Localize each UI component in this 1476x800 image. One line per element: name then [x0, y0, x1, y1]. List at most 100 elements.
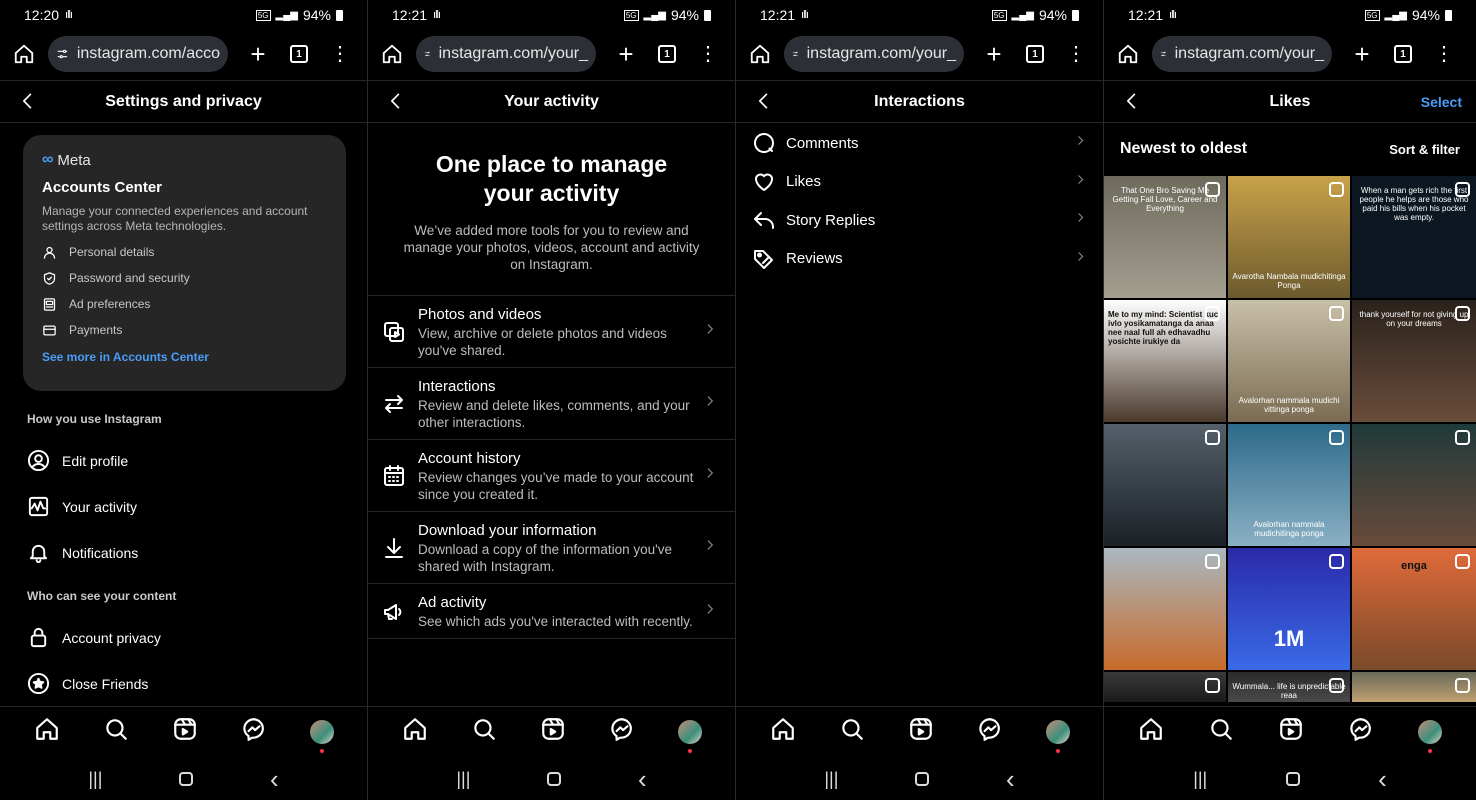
browser-home-button[interactable]	[746, 40, 774, 68]
liked-reel[interactable]	[1104, 672, 1226, 702]
accounts-center-item[interactable]: Payments	[42, 322, 327, 338]
battery-icon	[1445, 9, 1452, 21]
nav-home[interactable]	[1138, 716, 1164, 747]
new-tab-button[interactable]: +	[1348, 39, 1376, 70]
tab-switcher-button[interactable]: 1	[658, 45, 676, 63]
settings-item[interactable]: Account privacy	[27, 626, 161, 649]
recent-apps-button[interactable]: |||	[824, 769, 838, 790]
accounts-center-card[interactable]: ∞ Meta Accounts Center Manage your connec…	[23, 135, 346, 391]
accounts-center-item[interactable]: Personal details	[42, 244, 327, 260]
url-bar[interactable]: instagram.com/your_	[784, 36, 964, 72]
browser-menu-button[interactable]: ⋮	[698, 44, 718, 64]
liked-reel[interactable]: 1M	[1228, 548, 1350, 670]
accounts-center-item[interactable]: Ad preferences	[42, 296, 327, 312]
new-tab-button[interactable]: +	[980, 39, 1008, 70]
interaction-item[interactable]: Reviews	[752, 241, 1087, 277]
liked-reel[interactable]: Avalorhan nammala mudichi vittinga ponga	[1228, 300, 1350, 422]
recent-apps-button[interactable]: |||	[456, 769, 470, 790]
browser-home-button[interactable]	[1114, 40, 1142, 68]
nav-profile-avatar[interactable]	[309, 719, 334, 753]
activity-item[interactable]: Download your information Download a cop…	[368, 511, 735, 583]
browser-menu-button[interactable]: ⋮	[1066, 44, 1086, 64]
accounts-center-item[interactable]: Password and security	[42, 270, 327, 286]
select-button[interactable]: Select	[1421, 94, 1462, 110]
settings-item[interactable]: Your activity	[27, 495, 137, 518]
nav-home[interactable]	[34, 716, 60, 747]
url-bar[interactable]: instagram.com/your_	[416, 36, 596, 72]
settings-item[interactable]: Edit profile	[27, 449, 128, 472]
nav-profile-avatar[interactable]	[677, 719, 702, 753]
tab-switcher-button[interactable]: 1	[290, 45, 308, 63]
home-button[interactable]	[547, 772, 562, 786]
activity-item[interactable]: Photos and videos View, archive or delet…	[368, 295, 735, 367]
nav-reels[interactable]	[908, 716, 934, 747]
new-tab-button[interactable]: +	[244, 39, 272, 70]
activity-item[interactable]: Interactions Review and delete likes, co…	[368, 367, 735, 439]
browser-home-button[interactable]	[10, 40, 38, 68]
tab-switcher-button[interactable]: 1	[1026, 45, 1044, 63]
tab-switcher-button[interactable]: 1	[1394, 45, 1412, 63]
settings-item[interactable]: Notifications	[27, 541, 138, 564]
liked-reel[interactable]	[1104, 548, 1226, 670]
nav-search[interactable]	[1208, 716, 1234, 747]
nav-reels[interactable]	[540, 716, 566, 747]
back-button[interactable]: ‹	[1378, 764, 1387, 795]
new-tab-button[interactable]: +	[612, 39, 640, 70]
liked-reel[interactable]: enga	[1352, 548, 1476, 670]
liked-reel[interactable]: When a man gets rich the first people he…	[1352, 176, 1476, 298]
see-more-link[interactable]: See more in Accounts Center	[42, 350, 327, 364]
nav-messenger[interactable]	[977, 716, 1003, 747]
back-button[interactable]: ‹	[270, 764, 279, 795]
nav-search[interactable]	[103, 716, 129, 747]
home-button[interactable]	[1285, 772, 1300, 786]
liked-reel[interactable]	[1104, 424, 1226, 546]
nav-messenger[interactable]	[1348, 716, 1374, 747]
recent-apps-button[interactable]: |||	[1193, 769, 1207, 790]
recent-apps-button[interactable]: |||	[88, 769, 102, 790]
home-button[interactable]	[179, 772, 194, 786]
nav-home[interactable]	[402, 716, 428, 747]
back-button[interactable]	[18, 91, 38, 116]
nav-search[interactable]	[839, 716, 865, 747]
reel-icon	[1329, 430, 1344, 445]
liked-reel[interactable]: thank yourself for not giving up on your…	[1352, 300, 1476, 422]
back-button[interactable]	[1122, 91, 1142, 116]
settings-item[interactable]: Close Friends	[27, 672, 148, 695]
nav-reels[interactable]	[1278, 716, 1304, 747]
search-icon	[1211, 719, 1232, 740]
nav-profile-avatar[interactable]	[1045, 719, 1070, 753]
browser-home-button[interactable]	[378, 40, 406, 68]
interaction-item[interactable]: Comments	[752, 125, 1087, 161]
panel-settings: 12:20 ıllı 5G ▂▄▆ 94% instagram.com/acco …	[0, 0, 368, 800]
interaction-item[interactable]: Likes	[752, 164, 1087, 200]
browser-menu-button[interactable]: ⋮	[1434, 44, 1454, 64]
home-button[interactable]	[915, 772, 930, 786]
home-icon	[750, 44, 770, 64]
liked-reel[interactable]: That One Bro Saving Me Getting Fall Love…	[1104, 176, 1226, 298]
liked-reel[interactable]	[1352, 672, 1476, 702]
sort-filter-button[interactable]: Sort & filter	[1389, 142, 1460, 157]
nav-home[interactable]	[770, 716, 796, 747]
interaction-item[interactable]: Story Replies	[752, 202, 1087, 238]
browser-menu-button[interactable]: ⋮	[330, 44, 350, 64]
back-button[interactable]: ‹	[1006, 764, 1015, 795]
liked-reel[interactable]: Avalorhan nammala mudichitinga ponga	[1228, 424, 1350, 546]
activity-item-desc: See which ads you've interacted with rec…	[418, 614, 693, 629]
liked-reel[interactable]: Me to my mind: Scientist kuc, ivlo yosik…	[1104, 300, 1226, 422]
bottom-nav	[368, 706, 735, 756]
liked-reel[interactable]	[1352, 424, 1476, 546]
nav-messenger[interactable]	[609, 716, 635, 747]
nav-messenger[interactable]	[241, 716, 267, 747]
url-bar[interactable]: instagram.com/your_	[1152, 36, 1332, 72]
url-bar[interactable]: instagram.com/acco	[48, 36, 228, 72]
activity-item[interactable]: Account history Review changes you’ve ma…	[368, 439, 735, 511]
nav-search[interactable]	[471, 716, 497, 747]
liked-reel[interactable]: Wummala... life is unpredictable reaa	[1228, 672, 1350, 702]
nav-reels[interactable]	[172, 716, 198, 747]
back-button[interactable]	[386, 91, 406, 116]
activity-item[interactable]: Ad activity See which ads you've interac…	[368, 583, 735, 639]
nav-profile-avatar[interactable]	[1418, 719, 1442, 753]
liked-reel[interactable]: Avarotha Nambala mudichitinga Ponga	[1228, 176, 1350, 298]
back-button[interactable]: ‹	[638, 764, 647, 795]
back-button[interactable]	[754, 91, 774, 116]
